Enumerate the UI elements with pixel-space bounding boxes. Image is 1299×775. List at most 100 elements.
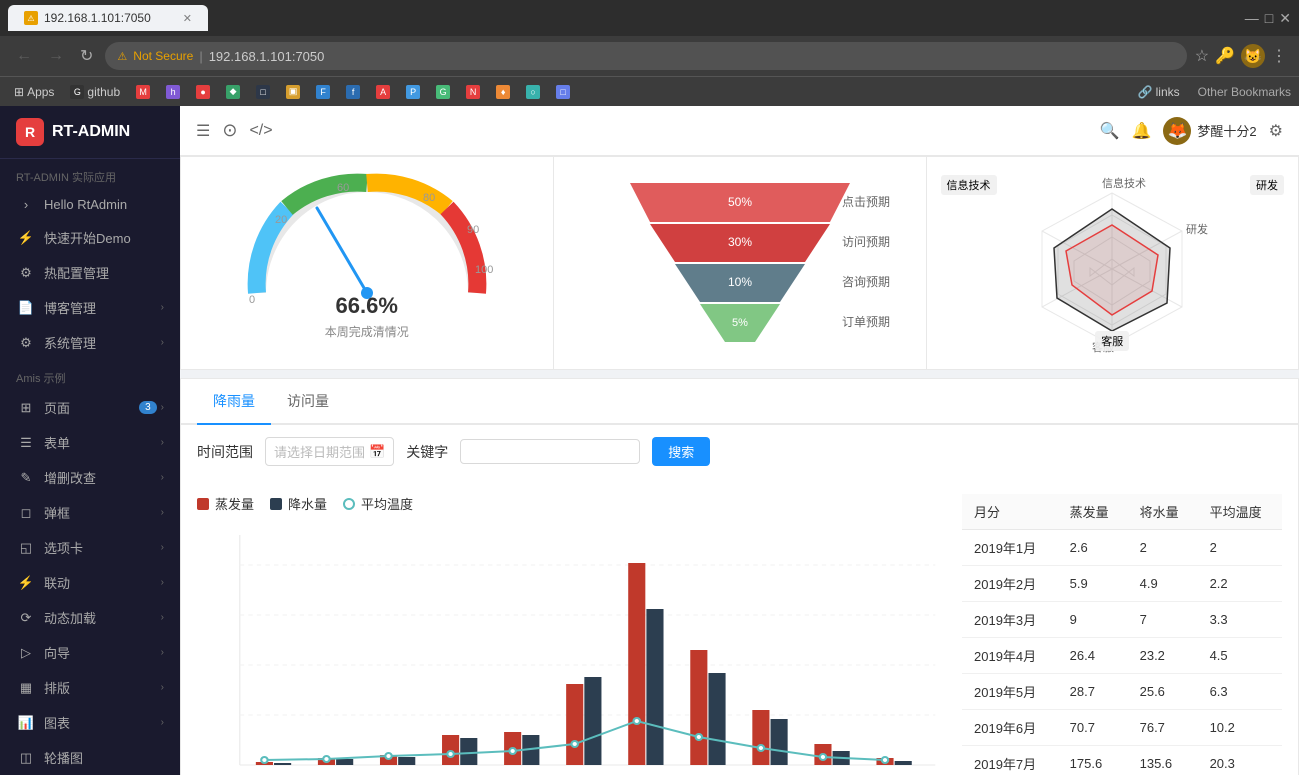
table-cell: 175.6 — [1058, 746, 1128, 775]
sidebar-item-label: Hello RtAdmin — [44, 197, 127, 212]
chevron-right-icon: › — [161, 647, 164, 658]
col-temperature: 平均温度 — [1198, 494, 1282, 530]
bookmark-fb[interactable]: F — [310, 83, 336, 101]
bell-icon[interactable]: 🔔 — [1132, 121, 1152, 141]
table-row: 2019年1月2.622 — [962, 530, 1282, 566]
table-row: 2019年3月973.3 — [962, 602, 1282, 638]
system-icon: ⚙ — [16, 335, 36, 351]
sidebar-item-label: 热配置管理 — [44, 263, 109, 282]
linkage-icon: ⚡ — [16, 575, 36, 591]
profile-icon[interactable]: 🔑 — [1215, 46, 1235, 66]
keyword-input[interactable] — [460, 439, 640, 464]
table-cell: 2019年2月 — [962, 566, 1058, 602]
temp-dot-oct — [820, 754, 826, 760]
bookmark-sq2[interactable]: □ — [550, 83, 576, 101]
table-cell: 2.2 — [1198, 566, 1282, 602]
bookmark-g[interactable]: G — [430, 83, 456, 101]
sidebar-item-wizard[interactable]: ▷ 向导 › — [0, 635, 180, 670]
table-row: 2019年7月175.6135.620.3 — [962, 746, 1282, 775]
bar-sep-prec — [771, 719, 788, 765]
bookmark-teal[interactable]: ○ — [520, 83, 546, 101]
sidebar-item-page[interactable]: ⊞ 页面 3 › — [0, 390, 180, 425]
tab-visits[interactable]: 访问量 — [271, 379, 345, 425]
sidebar-item-label: 联动 — [44, 573, 70, 592]
table-cell: 70.7 — [1058, 710, 1128, 746]
bookmark-links[interactable]: 🔗 links — [1132, 83, 1186, 101]
sidebar-item-layout[interactable]: ▦ 排版 › — [0, 670, 180, 705]
back-button[interactable]: ← — [12, 43, 36, 69]
bookmark-dou[interactable]: □ — [250, 83, 276, 101]
active-tab[interactable]: ⚠ 192.168.1.101:7050 ✕ — [8, 5, 208, 31]
bookmark-green[interactable]: ◆ — [220, 83, 246, 101]
date-picker[interactable]: 请选择日期范围 📅 — [265, 437, 394, 466]
bookmark-sq[interactable]: ▣ — [280, 83, 306, 101]
github-header-icon[interactable]: ⊙ — [222, 120, 237, 141]
other-bookmarks[interactable]: Other Bookmarks — [1198, 85, 1291, 99]
sidebar-item-tabs[interactable]: ◱ 选项卡 › — [0, 530, 180, 565]
address-bar[interactable]: ⚠ Not Secure | 192.168.1.101:7050 — [105, 42, 1186, 70]
settings-icon[interactable]: ⚙ — [1269, 121, 1283, 141]
sidebar-item-blog[interactable]: 📄 博客管理 › — [0, 290, 180, 325]
minimize-icon[interactable]: — — [1245, 10, 1259, 26]
svg-text:咨询预期: 咨询预期 — [842, 274, 890, 289]
bookmark-orange[interactable]: ♦ — [490, 83, 516, 101]
more-options-icon[interactable]: ⋮ — [1271, 46, 1287, 66]
sidebar-item-linkage[interactable]: ⚡ 联动 › — [0, 565, 180, 600]
col-month: 月分 — [962, 494, 1058, 530]
tab-rainfall[interactable]: 降雨量 — [197, 379, 271, 425]
chart-legend: 蒸发量 降水量 平均温度 — [197, 494, 946, 513]
table-cell: 23.2 — [1128, 638, 1198, 674]
bookmark-p[interactable]: P — [400, 83, 426, 101]
sidebar-item-system[interactable]: ⚙ 系统管理 › — [0, 325, 180, 360]
sidebar-item-chart[interactable]: 📊 图表 › — [0, 705, 180, 740]
table-cell: 2019年4月 — [962, 638, 1058, 674]
bookmark-star-icon[interactable]: ☆ — [1195, 46, 1209, 66]
top-cards: 0 20 60 80 90 100 66.6% 本周完成清情况 — [180, 156, 1299, 370]
code-icon[interactable]: </> — [249, 122, 272, 140]
temp-dot-jun — [572, 741, 578, 747]
bookmark-m[interactable]: M — [130, 83, 156, 101]
sidebar-item-form[interactable]: ☰ 表单 › — [0, 425, 180, 460]
sidebar-item-demo[interactable]: ⚡ 快速开始Demo — [0, 220, 180, 255]
bookmark-f2[interactable]: f — [340, 83, 366, 101]
table-cell: 6.3 — [1198, 674, 1282, 710]
bookmark-apps[interactable]: ⊞ Apps — [8, 83, 60, 101]
legend-temperature-label: 平均温度 — [361, 494, 413, 513]
temp-dot-feb — [323, 756, 329, 762]
browser-user-icon[interactable]: 😺 — [1241, 44, 1265, 68]
sidebar-item-dynamic[interactable]: ⟳ 动态加载 › — [0, 600, 180, 635]
bookmark-h[interactable]: h — [160, 83, 186, 101]
bookmark-a[interactable]: A — [370, 83, 396, 101]
user-menu[interactable]: 🦊 梦醒十分2 — [1163, 117, 1256, 145]
legend-precipitation-dot — [270, 498, 282, 510]
chart-section: 降雨量 访问量 时间范围 请选择日期范围 📅 关键字 搜索 — [180, 378, 1299, 775]
table-cell: 5.9 — [1058, 566, 1128, 602]
bm-icon-p: P — [406, 85, 420, 99]
chevron-right-icon: › — [161, 472, 164, 483]
bookmark-red[interactable]: ● — [190, 83, 216, 101]
sidebar-item-carousel[interactable]: ◫ 轮播图 — [0, 740, 180, 775]
bar-apr-prec — [460, 738, 477, 765]
close-window-icon[interactable]: ✕ — [1279, 10, 1291, 27]
menu-toggle-icon[interactable]: ☰ — [196, 121, 210, 141]
header-left: ☰ ⊙ </> — [196, 120, 273, 141]
tab-close[interactable]: ✕ — [183, 12, 192, 25]
sidebar-item-label: 系统管理 — [44, 333, 96, 352]
search-button[interactable]: 搜索 — [652, 437, 710, 466]
bookmark-github[interactable]: G github — [64, 83, 126, 101]
nav-actions: ☆ 🔑 😺 ⋮ — [1195, 44, 1287, 68]
maximize-icon[interactable]: □ — [1265, 10, 1273, 26]
bookmark-n[interactable]: N — [460, 83, 486, 101]
sidebar-item-crud[interactable]: ✎ 增删改查 › — [0, 460, 180, 495]
sidebar-item-hello[interactable]: › Hello RtAdmin — [0, 189, 180, 220]
search-icon[interactable]: 🔍 — [1100, 121, 1120, 141]
sidebar-item-modal[interactable]: ◻ 弹框 › — [0, 495, 180, 530]
sidebar-item-label: 博客管理 — [44, 298, 96, 317]
chevron-right-icon: › — [161, 717, 164, 728]
legend-evaporation: 蒸发量 — [197, 494, 254, 513]
chevron-right-icon: › — [161, 542, 164, 553]
forward-button[interactable]: → — [44, 43, 68, 69]
sidebar-item-config[interactable]: ⚙ 热配置管理 — [0, 255, 180, 290]
reload-button[interactable]: ↻ — [76, 42, 97, 70]
keyword-label: 关键字 — [406, 442, 448, 462]
